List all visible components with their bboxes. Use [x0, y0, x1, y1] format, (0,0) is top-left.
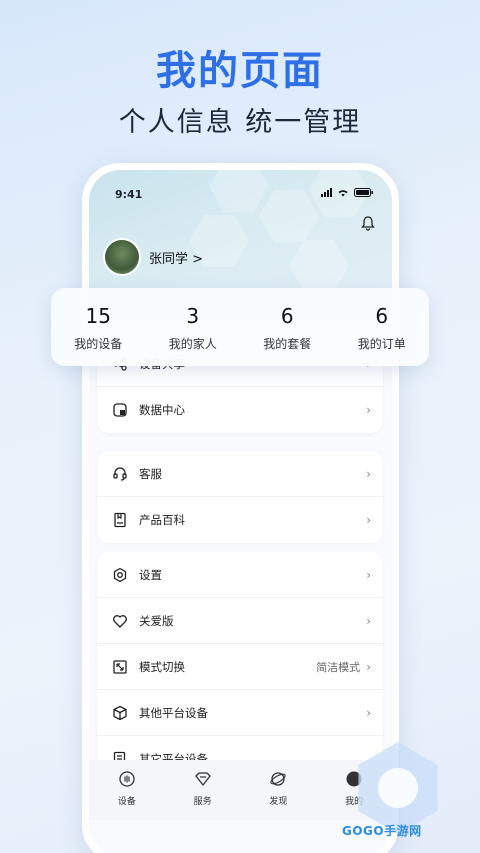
- stat-value: 3: [186, 303, 200, 328]
- promo-subtitle: 个人信息 统一管理: [118, 107, 362, 138]
- signal-icon: [321, 188, 332, 197]
- discover-icon: [270, 772, 287, 786]
- status-icons: [321, 188, 374, 197]
- menu-card-3: 设置 › 关爱版 › 模式切换 简洁模式 › 其他平台设备 › 其它平台设备: [97, 552, 383, 782]
- tab-label: 设备: [117, 797, 136, 807]
- tab-label: 服务: [193, 797, 212, 807]
- book-icon: [109, 509, 131, 531]
- status-time: 9:41: [115, 188, 143, 201]
- menu-item-label: 产品百科: [139, 513, 185, 527]
- stat-my-family[interactable]: 3 我的家人: [148, 303, 238, 352]
- stat-my-plans[interactable]: 6 我的套餐: [242, 303, 332, 352]
- phone-frame: 9:41 张同学 > 设备共享 › 数据中心 ›: [82, 163, 399, 853]
- stats-bar: 15 我的设备 3 我的家人 6 我的套餐 6 我的订单: [51, 288, 429, 366]
- chevron-right-icon: ›: [366, 567, 371, 582]
- menu-item-data-center[interactable]: 数据中心 ›: [97, 387, 383, 433]
- heart-icon: [109, 610, 131, 632]
- headset-icon: [109, 463, 131, 485]
- tab-label: 发现: [269, 797, 288, 807]
- menu-item-label: 客服: [139, 466, 162, 481]
- stat-value: 6: [375, 303, 389, 328]
- watermark: GOGO手游网: [342, 824, 422, 838]
- username[interactable]: 张同学 >: [149, 248, 203, 267]
- promo-title: 我的页面: [156, 48, 324, 94]
- chevron-right-icon: ›: [366, 705, 371, 720]
- menu-item-care-mode[interactable]: 关爱版 ›: [97, 598, 383, 644]
- notification-bell-icon[interactable]: [360, 215, 376, 231]
- stat-label: 我的家人: [168, 336, 217, 351]
- chevron-right-icon: ›: [366, 613, 371, 628]
- stat-my-orders[interactable]: 6 我的订单: [337, 303, 427, 352]
- chevron-right-icon: ›: [366, 466, 371, 481]
- hexagon-settings-icon: [109, 564, 131, 586]
- avatar[interactable]: [103, 238, 141, 276]
- menu-item-product-wiki[interactable]: 产品百科 ›: [97, 497, 383, 543]
- battery-icon: [354, 188, 373, 197]
- chevron-right-icon: ›: [366, 513, 371, 527]
- menu-item-mode-switch[interactable]: 模式切换 简洁模式 ›: [97, 644, 383, 690]
- menu-item-label: 关爱版: [139, 613, 174, 628]
- menu-item-customer-service[interactable]: 客服 ›: [97, 451, 383, 497]
- menu-item-label: 模式切换: [139, 659, 185, 674]
- stat-label: 我的设备: [74, 336, 123, 351]
- menu-item-other-platform-devices[interactable]: 其他平台设备 ›: [97, 690, 383, 736]
- tab-service[interactable]: 服务: [173, 770, 233, 820]
- profile-entry[interactable]: 张同学 >: [103, 238, 203, 276]
- stat-value: 6: [280, 303, 294, 328]
- stat-label: 我的订单: [357, 336, 406, 351]
- stat-value: 15: [85, 303, 111, 328]
- wifi-icon: [338, 190, 348, 197]
- menu-item-settings[interactable]: 设置 ›: [97, 552, 383, 598]
- menu-item-label: 其他平台设备: [139, 705, 208, 720]
- mode-switch-value: 简洁模式: [316, 660, 361, 674]
- menu-item-label: 数据中心: [139, 403, 185, 417]
- stat-label: 我的套餐: [263, 336, 312, 351]
- chevron-right-icon: ›: [366, 403, 371, 417]
- mode-switch-icon: [109, 656, 131, 678]
- assistant-dot-icon: [378, 768, 418, 808]
- cube-icon: [109, 702, 131, 724]
- menu-card-2: 客服 › 产品百科 ›: [97, 451, 383, 543]
- data-center-icon: [109, 399, 131, 421]
- stat-my-devices[interactable]: 15 我的设备: [53, 303, 143, 352]
- menu-item-label: 设置: [139, 567, 162, 582]
- bottom-tab-bar: 设备 服务 发现 我的: [89, 760, 392, 820]
- tab-discover[interactable]: 发现: [248, 770, 308, 820]
- chevron-right-icon: ›: [366, 659, 371, 674]
- tab-devices[interactable]: 设备: [97, 770, 157, 820]
- device-icon: [119, 771, 135, 787]
- service-icon: [194, 772, 211, 787]
